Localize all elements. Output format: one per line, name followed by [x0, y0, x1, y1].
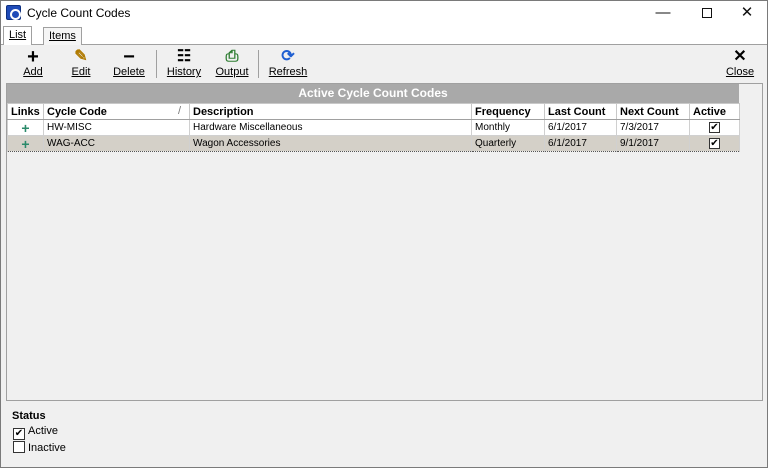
tab-list[interactable]: List [3, 26, 33, 45]
frequency-cell: Quarterly [471, 135, 545, 152]
active-cell: ✔ [689, 119, 740, 136]
toolbar: + Add ✎ Edit − Delete ☷ History ⎙ Output… [1, 46, 767, 82]
column-header-cycle-code[interactable]: Cycle Code / [43, 103, 190, 120]
grid-caption: Active Cycle Count Codes [7, 84, 739, 103]
minimize-button[interactable]: — [643, 1, 683, 25]
column-header-description[interactable]: Description [189, 103, 472, 120]
cycle-code-cell: HW-MISC [43, 119, 190, 136]
refresh-button-label: Refresh [268, 66, 308, 78]
column-header-next-count[interactable]: Next Count [616, 103, 690, 120]
links-cell[interactable]: + [7, 135, 44, 152]
add-button[interactable]: + Add [19, 46, 47, 81]
status-active-checkbox[interactable]: ✔ [13, 428, 25, 440]
column-header-active[interactable]: Active [689, 103, 740, 120]
toolbar-separator [258, 50, 259, 78]
cycle-code-cell: WAG-ACC [43, 135, 190, 152]
close-button-label: Close [725, 66, 755, 78]
output-icon: ⎙ [225, 48, 239, 65]
expand-plus-icon[interactable]: + [11, 121, 40, 135]
status-filter-panel: Status ✔ Active Inactive [1, 401, 767, 467]
window-close-button[interactable]: ✕ [727, 1, 767, 25]
toolbar-separator [156, 50, 157, 78]
pencil-icon: ✎ [74, 48, 88, 65]
title-bar: Cycle Count Codes — ✕ [1, 1, 767, 25]
status-active-option[interactable]: ✔ Active [13, 425, 58, 440]
description-cell: Wagon Accessories [189, 135, 472, 152]
status-active-label: Active [28, 425, 58, 437]
frequency-cell: Monthly [471, 119, 545, 136]
column-header-links[interactable]: Links [7, 103, 44, 120]
app-icon [6, 5, 21, 20]
last-count-cell: 6/1/2017 [544, 135, 617, 152]
delete-button[interactable]: − Delete [111, 46, 147, 81]
active-checkbox[interactable]: ✔ [709, 122, 720, 133]
main-window: Cycle Count Codes — ✕ List Items + Add ✎… [0, 0, 768, 468]
tab-items[interactable]: Items [43, 27, 82, 45]
table-row[interactable]: + HW-MISC Hardware Miscellaneous Monthly… [7, 119, 740, 136]
expand-plus-icon[interactable]: + [11, 137, 40, 151]
column-header-last-count[interactable]: Last Count [544, 103, 617, 120]
output-button-label: Output [215, 66, 249, 78]
history-list-icon: ☷ [176, 48, 192, 65]
next-count-cell: 9/1/2017 [616, 135, 690, 152]
close-button[interactable]: ✕ Close [723, 48, 757, 81]
window-title: Cycle Count Codes [27, 6, 131, 20]
maximize-icon [702, 8, 712, 18]
history-button-label: History [166, 66, 202, 78]
close-icon: ✕ [733, 48, 747, 65]
next-count-cell: 7/3/2017 [616, 119, 690, 136]
delete-button-label: Delete [113, 66, 145, 78]
last-count-cell: 6/1/2017 [544, 119, 617, 136]
edit-button-label: Edit [71, 66, 91, 78]
status-inactive-option[interactable]: Inactive [13, 441, 66, 454]
refresh-button[interactable]: ⟳ Refresh [266, 48, 310, 81]
cycle-count-codes-grid: Links Cycle Code / Description Frequency … [7, 103, 740, 152]
history-button[interactable]: ☷ History [164, 48, 204, 81]
status-title: Status [12, 410, 46, 422]
active-cell: ✔ [689, 135, 740, 152]
links-cell[interactable]: + [7, 119, 44, 136]
edit-button[interactable]: ✎ Edit [67, 48, 95, 81]
description-cell: Hardware Miscellaneous [189, 119, 472, 136]
status-inactive-label: Inactive [28, 442, 66, 454]
status-inactive-checkbox[interactable] [13, 441, 25, 453]
active-checkbox[interactable]: ✔ [709, 138, 720, 149]
tab-strip: List Items [1, 25, 767, 45]
grid-header-row: Links Cycle Code / Description Frequency … [7, 103, 740, 120]
output-button[interactable]: ⎙ Output [213, 48, 251, 81]
column-header-cycle-code-label: Cycle Code [47, 105, 107, 118]
table-row[interactable]: + WAG-ACC Wagon Accessories Quarterly 6/… [7, 135, 740, 152]
sort-indicator: / [177, 105, 181, 117]
column-header-frequency[interactable]: Frequency [471, 103, 545, 120]
refresh-icon: ⟳ [281, 48, 295, 65]
maximize-button[interactable] [687, 1, 727, 25]
add-button-label: Add [23, 66, 43, 78]
plus-icon: + [27, 46, 39, 68]
grid-panel: Active Cycle Count Codes Links Cycle Cod… [6, 83, 763, 401]
minus-icon: − [123, 46, 135, 68]
